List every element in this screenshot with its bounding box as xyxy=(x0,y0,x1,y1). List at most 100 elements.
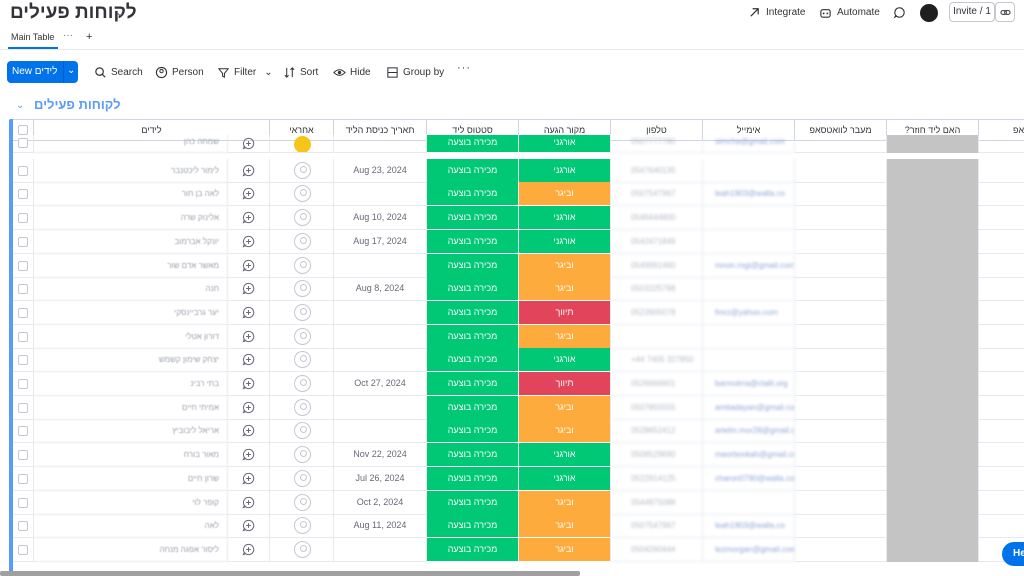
add-update-icon[interactable] xyxy=(242,164,255,177)
entry-date-cell[interactable]: Aug 8, 2024 xyxy=(334,277,427,302)
status-label[interactable]: מכירה בוצעה xyxy=(427,348,519,373)
whatsapp-cell[interactable] xyxy=(795,300,887,325)
row-select-cell[interactable] xyxy=(13,158,34,183)
lead-name-cell[interactable]: אמיתי חיים xyxy=(34,395,228,420)
phone-cell[interactable]: 0547640135 xyxy=(611,158,703,183)
lead-name-cell[interactable]: בתי רבינ xyxy=(34,372,228,396)
owner-cell[interactable] xyxy=(270,490,334,515)
table-row[interactable]: קופר לוי Oct 2, 2024 מכירה בוצעה וביגר 05449… xyxy=(9,490,1024,515)
entry-date-cell[interactable]: Oct 27, 2024 xyxy=(334,372,427,396)
status-label[interactable]: מכירה בוצעה xyxy=(427,300,519,325)
source-label[interactable]: אורגני xyxy=(519,229,611,254)
invite-button[interactable]: Invite / 1 xyxy=(949,2,995,22)
row-select-cell[interactable] xyxy=(13,277,34,302)
owner-cell[interactable] xyxy=(270,277,334,302)
returning-lead-cell[interactable] xyxy=(887,514,979,539)
lead-name-cell[interactable]: יונקל אברמוב xyxy=(34,229,228,254)
table-row[interactable]: לימור ליכטנבר Aug 23, 2024 מכירה בוצעה אורג… xyxy=(9,158,1024,183)
item-updates-cell[interactable] xyxy=(228,372,270,396)
table-row[interactable]: חנה Aug 8, 2024 מכירה בוצעה וביגר 0503325788 xyxy=(9,277,1024,302)
returning-lead-cell[interactable] xyxy=(887,395,979,420)
add-update-icon[interactable] xyxy=(242,472,255,485)
status-label[interactable]: מכירה בוצעה xyxy=(427,277,519,302)
returning-lead-cell[interactable] xyxy=(887,206,979,231)
item-updates-cell[interactable] xyxy=(228,395,270,420)
returning-lead-cell[interactable] xyxy=(887,372,979,396)
extra-cell[interactable] xyxy=(979,254,1024,278)
person-placeholder-icon[interactable] xyxy=(294,517,311,535)
entry-date-cell[interactable] xyxy=(334,324,427,349)
table-row[interactable]: ליסור אפגה מנחה מכירה בוצעה וביגר 050426044… xyxy=(9,537,1024,562)
person-placeholder-icon[interactable] xyxy=(294,327,311,345)
status-label[interactable]: מכירה בוצעה xyxy=(427,324,519,349)
copy-link-button[interactable] xyxy=(995,2,1015,22)
person-placeholder-icon[interactable] xyxy=(294,232,311,250)
add-update-icon[interactable] xyxy=(242,235,255,248)
add-update-icon[interactable] xyxy=(242,137,255,150)
row-checkbox[interactable] xyxy=(18,260,28,271)
table-row[interactable]: אמיתי חיים מכירה בוצעה וביגר 0507855555 amit… xyxy=(9,395,1024,420)
source-label[interactable]: אורגני xyxy=(519,135,611,153)
extra-cell[interactable] xyxy=(979,467,1024,491)
table-row[interactable]: אלינוק שרה Aug 10, 2024 מכירה בוצעה אורגני 0… xyxy=(9,206,1024,231)
email-cell[interactable] xyxy=(703,206,795,231)
returning-lead-cell[interactable] xyxy=(887,419,979,444)
person-placeholder-icon[interactable] xyxy=(294,540,311,558)
returning-lead-cell[interactable] xyxy=(887,324,979,349)
email-cell[interactable]: leah1903@walla.co xyxy=(703,182,795,207)
item-updates-cell[interactable] xyxy=(228,466,270,491)
email-cell[interactable]: mnon.rogi@gmail.com xyxy=(703,253,795,278)
person-placeholder-icon[interactable] xyxy=(294,280,311,298)
table-row[interactable]: לאה בן חור מכירה בוצעה וביגר 0507547967 leah… xyxy=(9,182,1024,207)
item-updates-cell[interactable] xyxy=(228,300,270,325)
status-label[interactable]: מכירה בוצעה xyxy=(427,158,519,183)
item-updates-cell[interactable] xyxy=(228,277,270,302)
status-label[interactable]: מכירה בוצעה xyxy=(427,206,519,231)
entry-date-cell[interactable]: Aug 10, 2024 xyxy=(334,206,427,231)
tab-main-table[interactable]: Main Table xyxy=(11,32,54,42)
lead-name-cell[interactable]: לימור ליכטנבר xyxy=(34,158,228,183)
phone-cell[interactable]: 0549991460 xyxy=(611,253,703,278)
row-checkbox[interactable] xyxy=(18,426,28,437)
owner-cell[interactable] xyxy=(270,135,334,153)
row-select-cell[interactable] xyxy=(13,372,34,396)
add-update-icon[interactable] xyxy=(242,259,255,272)
extra-cell[interactable] xyxy=(979,396,1024,420)
new-item-button[interactable]: New לידים ⌄ xyxy=(7,61,78,83)
extra-cell[interactable] xyxy=(979,277,1024,302)
returning-lead-cell[interactable] xyxy=(887,443,979,468)
lead-name-cell[interactable]: אריאל ליבוביץ xyxy=(34,419,228,444)
whatsapp-cell[interactable] xyxy=(795,372,887,396)
status-label[interactable]: מכירה בוצעה xyxy=(427,466,519,491)
lead-name-cell[interactable]: ליסור אפגה מנחה xyxy=(34,537,228,562)
phone-cell[interactable]: 0522914125 xyxy=(611,466,703,491)
row-select-cell[interactable] xyxy=(13,135,34,153)
entry-date-cell[interactable]: Oct 2, 2024 xyxy=(334,490,427,515)
entry-date-cell[interactable] xyxy=(334,253,427,278)
owner-cell[interactable] xyxy=(270,537,334,562)
whatsapp-cell[interactable] xyxy=(795,229,887,254)
email-cell[interactable]: arielm.mor28@gmail.com xyxy=(703,419,795,444)
row-select-cell[interactable] xyxy=(13,348,34,373)
item-updates-cell[interactable] xyxy=(228,135,270,153)
entry-date-cell[interactable] xyxy=(334,135,427,153)
owner-cell[interactable] xyxy=(270,395,334,420)
person-placeholder-icon[interactable] xyxy=(294,161,311,179)
returning-lead-cell[interactable] xyxy=(887,300,979,325)
source-label[interactable]: אורגני xyxy=(519,158,611,183)
extra-cell[interactable] xyxy=(979,348,1024,373)
table-row[interactable]: מאור בורח Nov 22, 2024 מכירה בוצעה אורגני 05… xyxy=(9,443,1024,468)
email-cell[interactable]: barmotrra@clalit.org xyxy=(703,372,795,396)
phone-cell[interactable]: 0507777780 xyxy=(611,135,703,153)
source-label[interactable]: וביגר xyxy=(519,182,611,207)
status-label[interactable]: מכירה בוצעה xyxy=(427,395,519,420)
whatsapp-cell[interactable] xyxy=(795,206,887,231)
add-update-icon[interactable] xyxy=(242,353,255,366)
table-row[interactable]: לאה Aug 11, 2024 מכירה בוצעה וביגר 050754796… xyxy=(9,514,1024,539)
row-checkbox[interactable] xyxy=(18,473,28,484)
source-label[interactable]: וביגר xyxy=(519,490,611,515)
owner-cell[interactable] xyxy=(270,300,334,325)
source-label[interactable]: וביגר xyxy=(519,395,611,420)
person-placeholder-icon[interactable] xyxy=(294,375,311,392)
person-placeholder-icon[interactable] xyxy=(294,303,311,321)
